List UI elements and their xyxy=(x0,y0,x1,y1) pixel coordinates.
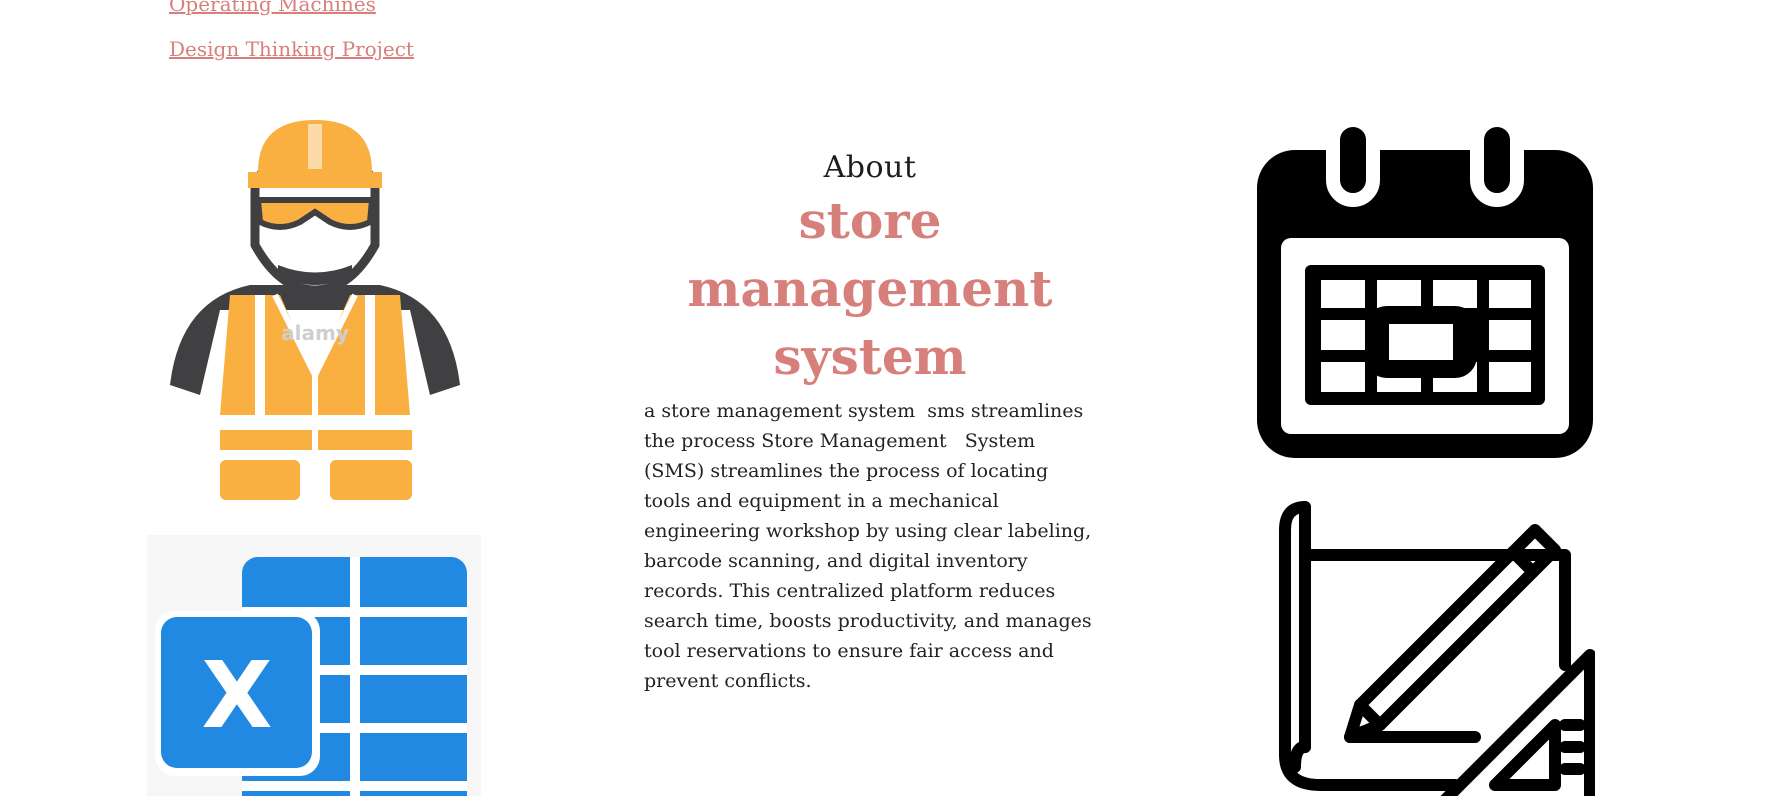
calendar-icon xyxy=(1257,113,1593,458)
calendar-image xyxy=(1255,113,1595,460)
about-title: store management system xyxy=(687,191,1053,386)
about-description: a store management system sms streamline… xyxy=(644,400,1098,692)
nav-link-operating-machines[interactable]: Operating Machines xyxy=(169,0,376,16)
excel-icon: X xyxy=(155,557,467,796)
construction-worker-image: alamy xyxy=(160,120,470,500)
about-section: About store management system xyxy=(620,150,1120,391)
construction-worker-icon: alamy xyxy=(170,120,460,500)
excel-letter: X xyxy=(202,642,273,749)
watermark-text: alamy xyxy=(281,321,349,345)
blueprint-image xyxy=(1255,485,1595,796)
blueprint-pencil-icon xyxy=(1279,501,1595,796)
excel-image: X xyxy=(147,535,481,796)
about-heading: About xyxy=(823,150,917,185)
nav-link-design-thinking-project[interactable]: Design Thinking Project xyxy=(169,37,414,61)
